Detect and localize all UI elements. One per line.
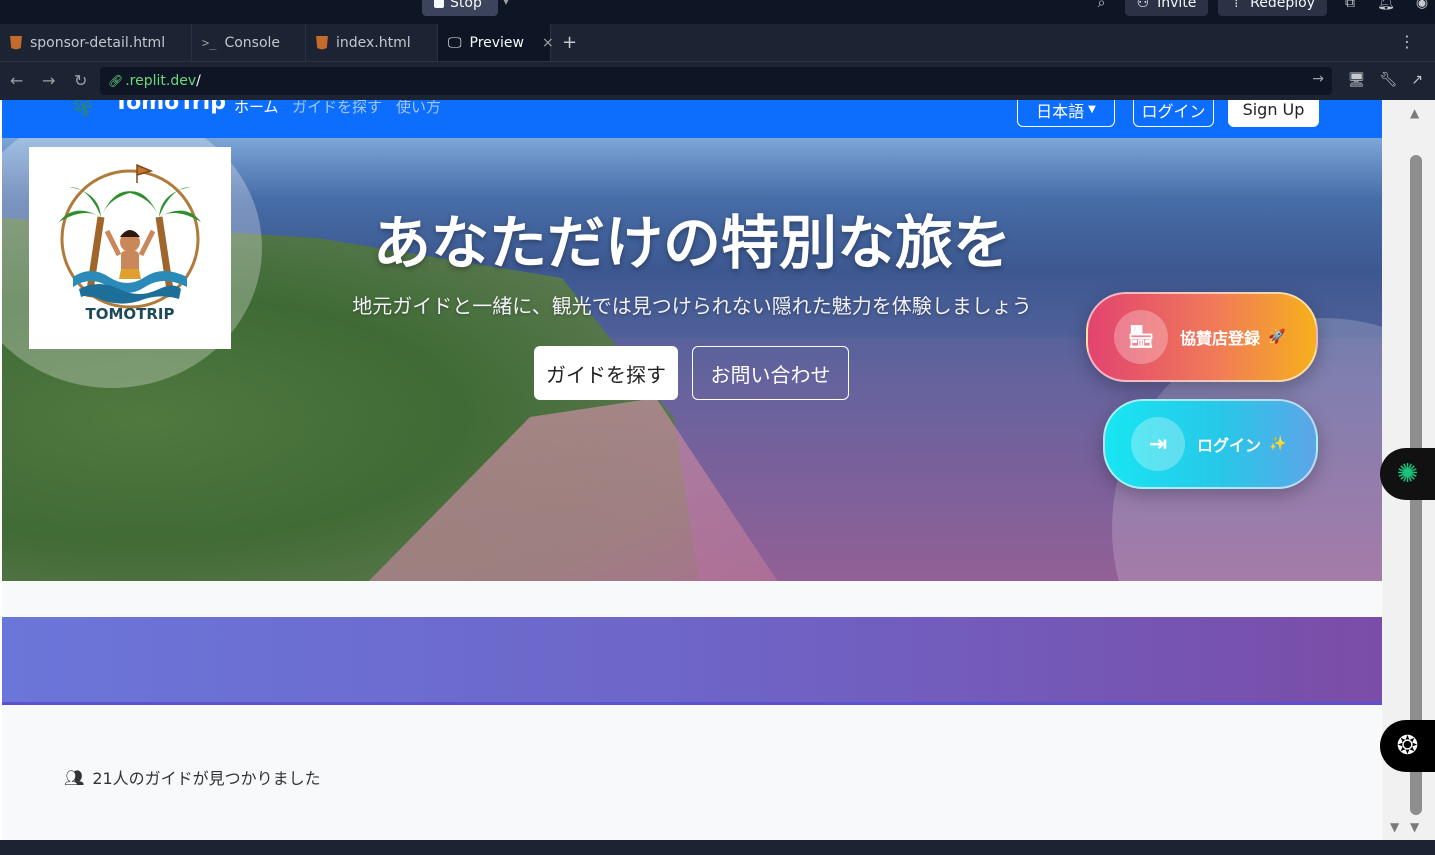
nav-login-button[interactable]: ログイン xyxy=(1133,100,1214,127)
hero-section: TOMOTRIP あなただけの特別な旅を 地元ガイドと一緒に、観光では見つけられ… xyxy=(2,138,1382,581)
scroll-down-icon[interactable]: ▼ xyxy=(1390,820,1399,834)
nav-how-to[interactable]: 使い方 xyxy=(396,100,441,117)
results-section: 👥︎ 21人のガイドが見つかりました xyxy=(2,705,1382,840)
avatar[interactable]: ◉ xyxy=(1409,0,1435,11)
hero-subtitle: 地元ガイドと一緒に、観光では見つけられない隠れた魅力を体験しましょう xyxy=(352,294,1032,318)
terminal-icon: >_ xyxy=(202,35,217,50)
caret-down-icon: ▼ xyxy=(1088,104,1096,115)
stop-button[interactable]: Stop xyxy=(422,0,498,16)
redeploy-label: Redeploy xyxy=(1250,0,1315,11)
palm-logo-icon: 🌴︎ xyxy=(70,100,96,118)
signup-label: Sign Up xyxy=(1242,100,1305,119)
devtools-icon[interactable]: 🔧︎ xyxy=(1379,72,1397,88)
signup-button[interactable]: Sign Up xyxy=(1228,100,1319,127)
tab-label: index.html xyxy=(336,34,411,51)
tab-console[interactable]: >_ Console xyxy=(192,24,306,61)
login-icon: ⇥ xyxy=(1131,417,1185,471)
tab-sponsor-detail[interactable]: sponsor-detail.html xyxy=(0,24,192,61)
redeploy-button[interactable]: ⇡ Redeploy xyxy=(1218,0,1327,16)
back-icon[interactable]: ← xyxy=(10,71,23,90)
deploy-icon: ⇡ xyxy=(1230,0,1243,11)
filter-banner xyxy=(2,617,1382,705)
scroll-down-icon[interactable]: ▼ xyxy=(1410,820,1419,834)
stop-icon xyxy=(434,0,444,8)
nav-find-guide[interactable]: ガイドを探す xyxy=(292,100,382,117)
open-external-icon[interactable]: ↗ xyxy=(1411,72,1423,88)
bell-icon[interactable]: 🔔︎ xyxy=(1373,0,1399,11)
preview-url-bar: ← → ↻ 🔗︎ .replit.dev / → 🖥︎ 🔧︎ ↗ xyxy=(0,62,1435,100)
ide-top-bar: Stop ▾ ⌕ ⚇ Invite ⇡ Redeploy ⧉ 🔔︎ ◉ xyxy=(0,0,1435,24)
tab-index[interactable]: index.html xyxy=(306,24,438,61)
invite-button[interactable]: ⚇ Invite xyxy=(1124,0,1209,16)
rocket-icon: 🚀 xyxy=(1268,329,1286,345)
more-options-icon[interactable]: ⋮ xyxy=(1399,32,1415,51)
url-path: / xyxy=(196,73,201,89)
share-icon[interactable]: ⧉ xyxy=(1337,0,1363,11)
sparkles-icon: ✨ xyxy=(1269,436,1287,452)
find-guide-label: ガイドを探す xyxy=(546,362,666,387)
store-icon: 🏪︎ xyxy=(1114,310,1168,364)
floating-login-label: ログイン xyxy=(1197,436,1262,455)
floating-login-button[interactable]: ⇥ ログイン ✨ xyxy=(1103,399,1318,489)
tomotrip-logo: TOMOTRIP xyxy=(29,147,231,349)
reload-icon[interactable]: ↻ xyxy=(74,71,87,90)
add-tab-icon[interactable]: + xyxy=(562,32,577,53)
language-label: 日本語 xyxy=(1036,101,1085,121)
invite-label: Invite xyxy=(1157,0,1197,11)
sponsor-label: 協賛店登録 xyxy=(1180,329,1261,348)
contact-label: お問い合わせ xyxy=(710,362,831,387)
devices-icon[interactable]: 🖥︎ xyxy=(1348,72,1366,88)
language-dropdown[interactable]: 日本語 ▼ xyxy=(1017,100,1115,127)
tab-label: sponsor-detail.html xyxy=(30,34,166,51)
preview-viewport: 🌴︎ TomoTrip ホーム ガイドを探す 使い方 日本語 ▼ ログイン Si… xyxy=(0,100,1435,840)
html-file-icon xyxy=(10,35,22,50)
find-guide-button[interactable]: ガイドを探す xyxy=(534,346,678,400)
scroll-up-icon[interactable]: ▲ xyxy=(1410,106,1419,120)
url-host: .replit.dev xyxy=(125,73,197,89)
chatgpt-icon[interactable]: ✺ xyxy=(1380,448,1435,500)
openai-icon[interactable]: ❂ xyxy=(1380,720,1435,772)
hero-title: あなただけの特別な旅を xyxy=(372,209,1011,277)
guide-count: 👥︎ 21人のガイドが見つかりました xyxy=(64,765,321,789)
user-icon: ⚇ xyxy=(1136,0,1150,11)
sponsor-register-button[interactable]: 🏪︎ 協賛店登録 🚀 xyxy=(1086,292,1318,382)
users-icon: 👥︎ xyxy=(64,767,85,787)
forward-icon[interactable]: → xyxy=(42,71,55,90)
editor-tab-bar: sponsor-detail.html >_ Console index.htm… xyxy=(0,24,1435,62)
tab-label: Console xyxy=(224,34,281,51)
tab-preview[interactable]: 🖵︎ Preview × xyxy=(438,24,554,61)
login-label: ログイン xyxy=(1141,101,1206,121)
nav-home[interactable]: ホーム xyxy=(234,100,279,117)
search-icon[interactable]: ⌕ xyxy=(1089,0,1115,11)
ide-status-strip xyxy=(0,840,1435,855)
stop-label: Stop xyxy=(450,0,482,11)
html-file-icon xyxy=(316,35,328,50)
close-icon[interactable]: × xyxy=(542,35,554,51)
chevron-down-icon[interactable]: ▾ xyxy=(503,0,509,8)
go-arrow-icon[interactable]: → xyxy=(1312,71,1324,87)
monitor-icon: 🖵︎ xyxy=(448,34,462,51)
link-icon: 🔗︎ xyxy=(108,74,124,88)
contact-button[interactable]: お問い合わせ xyxy=(692,346,849,400)
logo-wordmark: TOMOTRIP xyxy=(85,305,175,323)
brand-name[interactable]: TomoTrip xyxy=(114,100,226,115)
section-spacer xyxy=(2,581,1382,617)
tab-label: Preview xyxy=(469,34,525,51)
guide-count-text: 21人のガイドが見つかりました xyxy=(92,769,321,788)
url-field[interactable]: 🔗︎ .replit.dev / → xyxy=(100,67,1332,95)
site-navbar: 🌴︎ TomoTrip ホーム ガイドを探す 使い方 日本語 ▼ ログイン Si… xyxy=(2,100,1382,138)
